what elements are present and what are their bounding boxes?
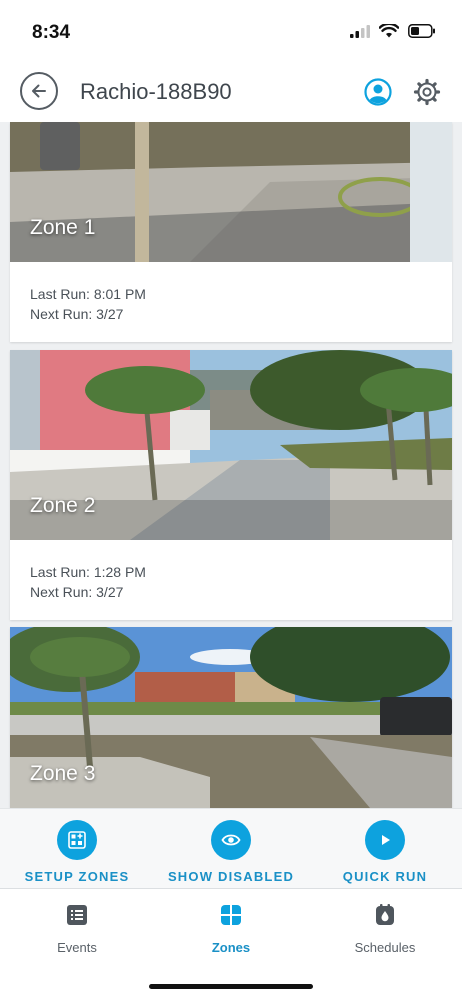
events-list-icon bbox=[67, 905, 87, 925]
zone-name: Zone 3 bbox=[30, 762, 96, 785]
setup-zones-icon bbox=[68, 831, 86, 849]
zones-grid-icon bbox=[221, 905, 241, 925]
zone-photo: Zone 2 bbox=[10, 350, 452, 540]
quick-run-icon-circle bbox=[365, 820, 405, 860]
zone-name: Zone 2 bbox=[30, 494, 96, 517]
settings-button[interactable] bbox=[413, 78, 441, 111]
setup-zones-icon-circle bbox=[57, 820, 97, 860]
show-disabled-icon-circle bbox=[211, 820, 251, 860]
action-bar: SETUP ZONES SHOW DISABLED QUICK RUN bbox=[0, 808, 462, 889]
zone-card[interactable]: Zone 2 Last Run: 1:28 PM Next Run: 3/27 bbox=[10, 350, 452, 620]
last-run-text: Last Run: 1:28 PM bbox=[30, 564, 146, 580]
status-icons bbox=[350, 24, 436, 38]
home-indicator[interactable] bbox=[149, 984, 313, 989]
account-button[interactable] bbox=[364, 78, 392, 111]
zone-card[interactable]: Zone 3 bbox=[10, 627, 452, 808]
show-disabled-button[interactable]: SHOW DISABLED bbox=[154, 809, 308, 884]
wifi-icon bbox=[379, 24, 399, 38]
play-icon bbox=[382, 835, 390, 845]
page-title: Rachio-188B90 bbox=[80, 79, 232, 104]
quick-run-button[interactable]: QUICK RUN bbox=[308, 809, 462, 884]
zone-photo: Zone 1 bbox=[10, 122, 452, 262]
zone-name: Zone 1 bbox=[30, 216, 96, 239]
gear-icon bbox=[413, 78, 441, 106]
next-run-text: Next Run: 3/27 bbox=[30, 306, 124, 322]
battery-icon bbox=[408, 24, 435, 38]
back-button[interactable] bbox=[20, 72, 58, 110]
zone-photo: Zone 3 bbox=[10, 627, 452, 808]
quick-run-label: QUICK RUN bbox=[342, 869, 428, 884]
last-run-text: Last Run: 8:01 PM bbox=[30, 286, 146, 302]
back-arrow-icon bbox=[32, 84, 46, 98]
setup-zones-label: SETUP ZONES bbox=[24, 869, 130, 884]
zone-run-info: Last Run: 1:28 PM Next Run: 3/27 bbox=[10, 540, 452, 620]
show-disabled-label: SHOW DISABLED bbox=[167, 869, 295, 884]
status-time: 8:34 bbox=[32, 22, 71, 43]
zone-1-photo bbox=[10, 122, 452, 262]
schedules-drop-icon bbox=[376, 904, 394, 925]
setup-zones-button[interactable]: SETUP ZONES bbox=[0, 809, 154, 884]
tab-events-label: Events bbox=[57, 940, 97, 955]
tab-schedules[interactable]: Schedules bbox=[308, 903, 462, 955]
zone-list[interactable]: Zone 1 Last Run: 8:01 PM Next Run: 3/27 bbox=[0, 122, 462, 808]
zone-run-info: Last Run: 8:01 PM Next Run: 3/27 bbox=[10, 262, 452, 342]
eye-icon bbox=[221, 834, 241, 846]
tab-zones[interactable]: Zones bbox=[154, 903, 308, 955]
zone-card[interactable]: Zone 1 Last Run: 8:01 PM Next Run: 3/27 bbox=[10, 122, 452, 342]
status-bar: 8:34 bbox=[0, 0, 462, 66]
app-header: Rachio-188B90 bbox=[0, 66, 462, 122]
tab-schedules-label: Schedules bbox=[354, 940, 416, 955]
account-icon bbox=[364, 78, 392, 106]
signal-icon bbox=[350, 24, 370, 38]
next-run-text: Next Run: 3/27 bbox=[30, 584, 124, 600]
tab-zones-label: Zones bbox=[211, 940, 251, 955]
tab-events[interactable]: Events bbox=[0, 903, 154, 955]
